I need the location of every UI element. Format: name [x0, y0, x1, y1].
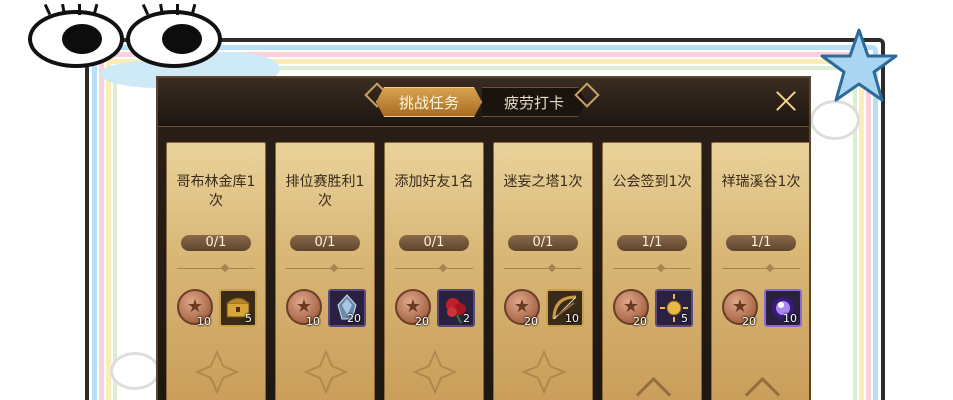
coin-reward-count: 20: [524, 315, 538, 328]
coin-reward-count: 20: [415, 315, 429, 328]
cloud-decoration: [810, 100, 860, 140]
emblem-icon: [521, 349, 567, 395]
task-card[interactable]: 排位赛胜利1次 0/1 10 20: [275, 142, 375, 400]
purple-orb-icon[interactable]: 10: [764, 289, 802, 327]
task-progress: 0/1: [181, 235, 251, 251]
item-reward-count: 5: [681, 312, 688, 325]
item-reward-count: 5: [245, 312, 252, 325]
bow-icon[interactable]: 10: [546, 289, 584, 327]
red-rose-icon[interactable]: 2: [437, 289, 475, 327]
task-title: 哥布林金库1次: [176, 174, 256, 209]
cloud-decoration: [110, 352, 160, 390]
emblem-icon: [303, 349, 349, 395]
item-reward-count: 10: [783, 312, 797, 325]
task-title: 添加好友1名: [394, 174, 474, 190]
divider: [177, 268, 255, 269]
task-title: 排位赛胜利1次: [285, 174, 365, 209]
divider: [722, 268, 800, 269]
coin-reward-count: 20: [742, 315, 756, 328]
panel-header: 挑战任务 疲劳打卡: [158, 78, 809, 127]
task-progress: 1/1: [726, 235, 796, 251]
task-progress: 0/1: [290, 235, 360, 251]
cartoon-eyes-icon: [28, 0, 238, 70]
challenge-task-panel: 挑战任务 疲劳打卡 哥布林金库1次 0/1 10 5 排位赛胜: [156, 76, 811, 400]
emblem-icon: [412, 349, 458, 395]
chevron-up-icon: [635, 376, 672, 400]
task-card[interactable]: 祥瑞溪谷1次 1/1 20 10: [711, 142, 809, 400]
divider: [504, 268, 582, 269]
emblem-icon: [194, 349, 240, 395]
task-title: 迷妄之塔1次: [503, 174, 583, 190]
task-card[interactable]: 添加好友1名 0/1 20 2: [384, 142, 484, 400]
task-card[interactable]: 迷妄之塔1次 0/1 20 10: [493, 142, 593, 400]
screenshot-stage: 挑战任务 疲劳打卡 哥布林金库1次 0/1 10 5 排位赛胜: [0, 0, 953, 400]
divider: [613, 268, 691, 269]
task-card-list: 哥布林金库1次 0/1 10 5 排位赛胜利1次 0/1 10: [166, 142, 809, 400]
task-progress: 1/1: [617, 235, 687, 251]
tab-fatigue-checkin[interactable]: 疲劳打卡: [482, 87, 586, 117]
coin-reward-count: 10: [197, 315, 211, 328]
task-progress: 0/1: [399, 235, 469, 251]
crystal-shard-icon[interactable]: 20: [328, 289, 366, 327]
item-reward-count: 10: [565, 312, 579, 325]
chevron-up-icon: [744, 376, 781, 400]
divider: [395, 268, 473, 269]
golden-chest-icon[interactable]: 5: [219, 289, 257, 327]
coin-reward-count: 10: [306, 315, 320, 328]
close-icon[interactable]: [773, 88, 799, 114]
task-progress: 0/1: [508, 235, 578, 251]
coin-reward-count: 20: [633, 315, 647, 328]
golden-sun-icon[interactable]: 5: [655, 289, 693, 327]
divider: [286, 268, 364, 269]
tab-bar: 挑战任务 疲劳打卡: [376, 87, 586, 117]
task-card[interactable]: 哥布林金库1次 0/1 10 5: [166, 142, 266, 400]
star-icon: [820, 28, 898, 102]
task-card[interactable]: 公会签到1次 1/1 20 5: [602, 142, 702, 400]
item-reward-count: 2: [463, 312, 470, 325]
item-reward-count: 20: [347, 312, 361, 325]
tab-challenge-tasks[interactable]: 挑战任务: [376, 87, 482, 117]
task-title: 公会签到1次: [612, 174, 692, 190]
task-title: 祥瑞溪谷1次: [721, 174, 801, 190]
